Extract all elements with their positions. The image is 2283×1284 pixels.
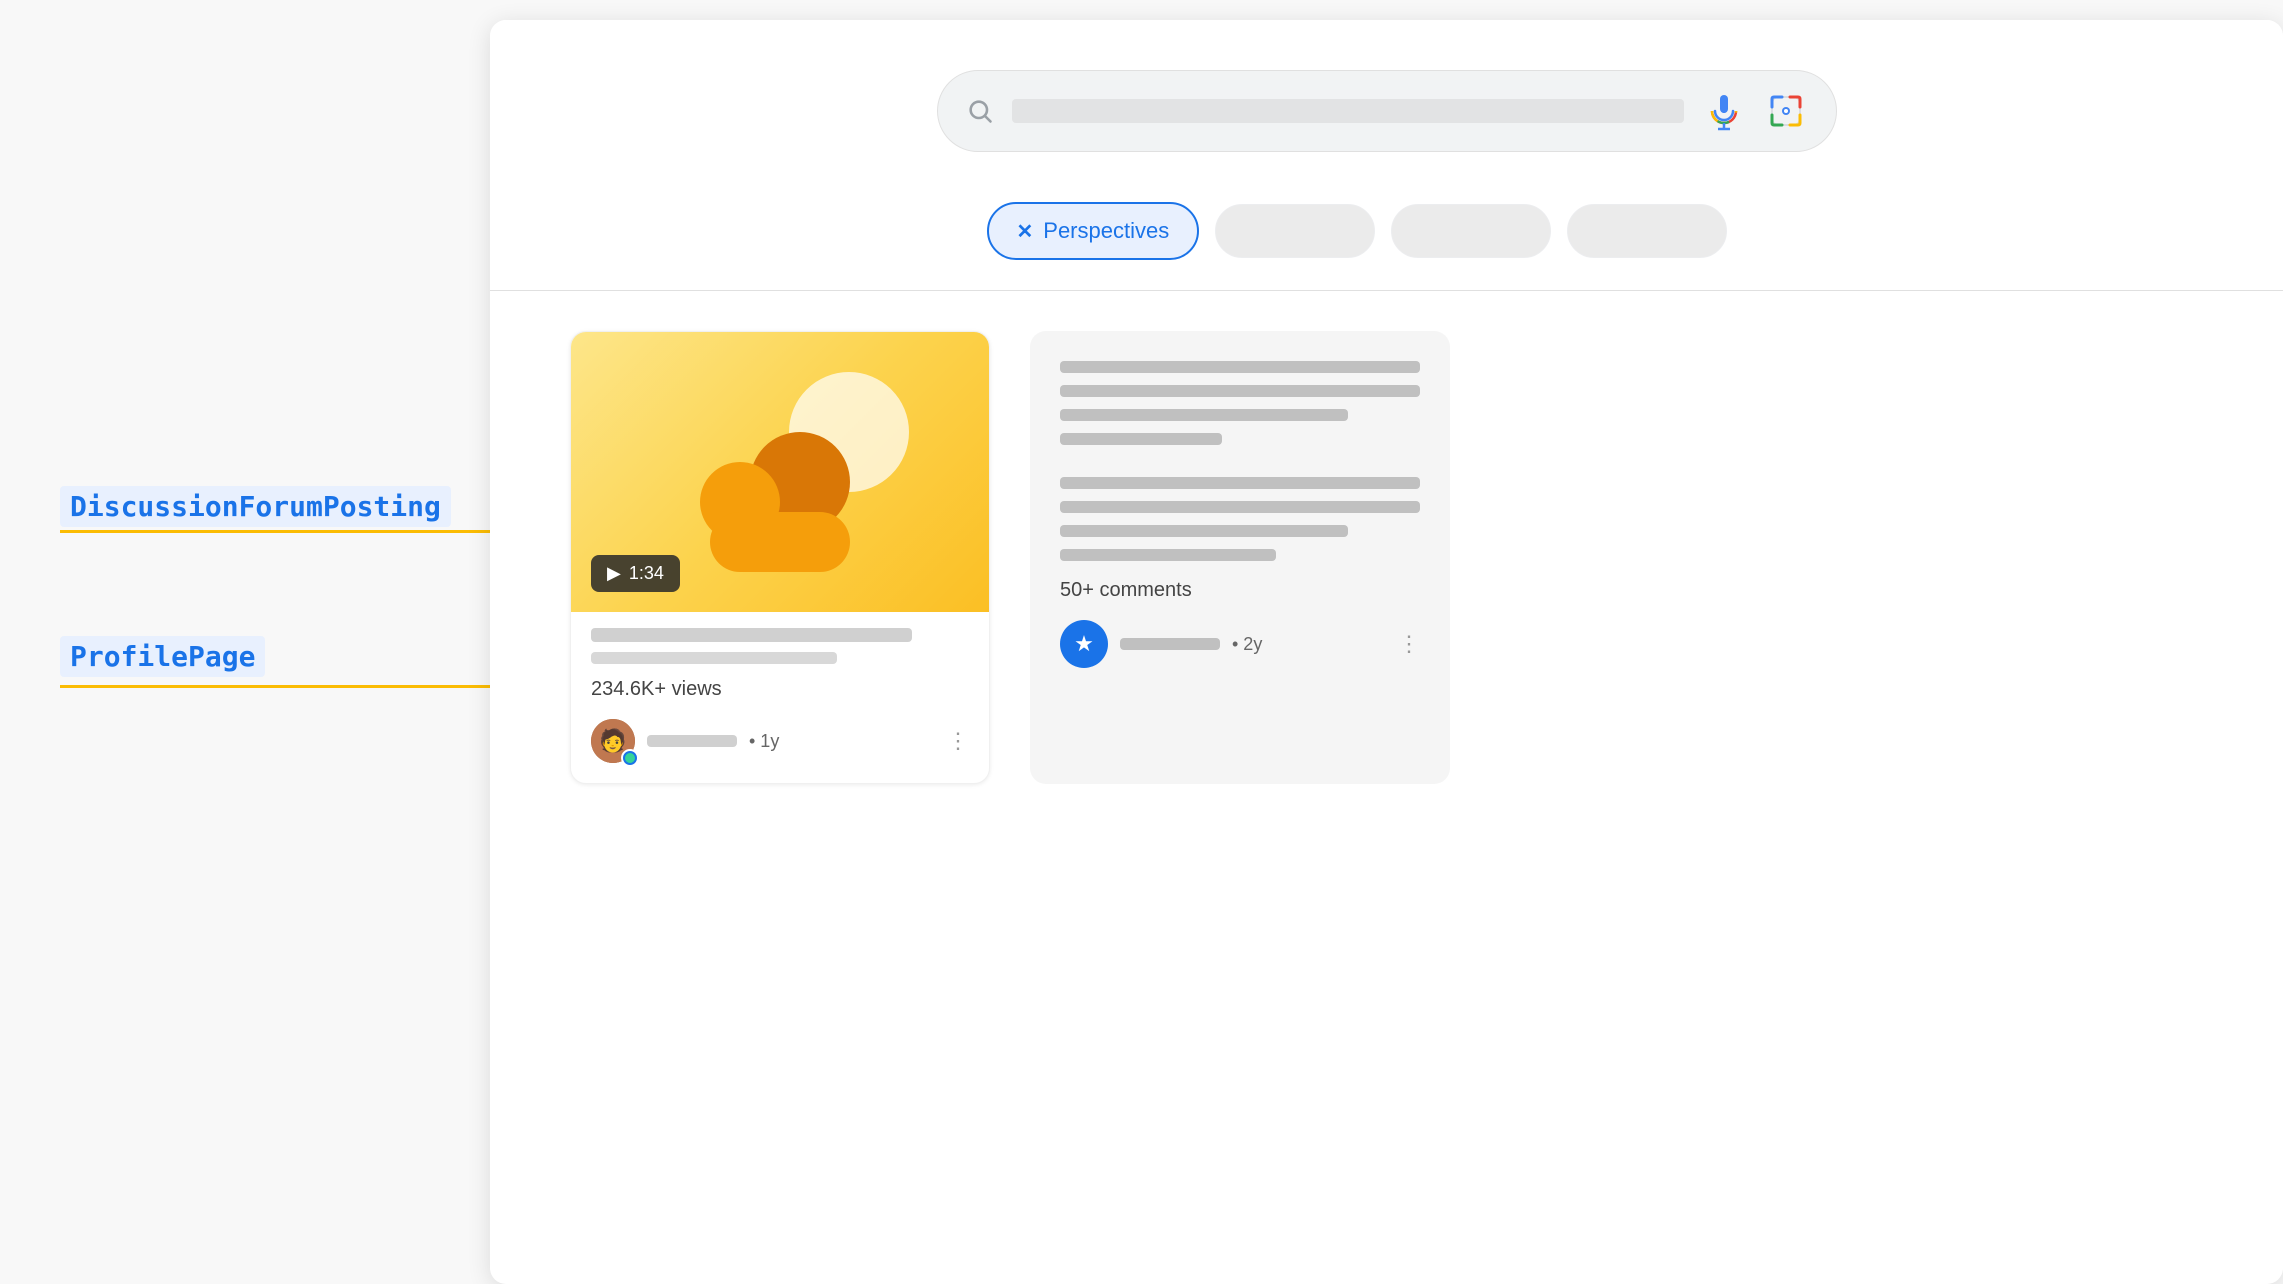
close-tab-icon[interactable]: ✕ xyxy=(1017,219,1034,244)
article-more-options-button[interactable]: ⋮ xyxy=(1398,631,1420,657)
google-lens-icon[interactable] xyxy=(1764,89,1808,133)
perspectives-tab-label: Perspectives xyxy=(1043,218,1169,244)
article-post-time: • 2y xyxy=(1232,634,1262,655)
play-icon: ▶ xyxy=(607,563,621,584)
article-text-line-1 xyxy=(1060,361,1420,373)
filter-tabs: ✕ Perspectives xyxy=(907,182,1867,290)
results-area: ▶ 1:34 234.6K+ views 🧑 • 1y xyxy=(490,291,2283,824)
left-annotation-panel: DiscussionForumPosting ProfilePage xyxy=(0,0,490,1284)
video-title-placeholder xyxy=(591,628,912,642)
badge-inner xyxy=(625,753,635,763)
article-text-line-5 xyxy=(1060,477,1420,489)
microphone-icon[interactable] xyxy=(1702,89,1746,133)
article-author-name-placeholder xyxy=(1120,638,1220,650)
discussion-forum-label: DiscussionForumPosting xyxy=(60,490,451,523)
search-bar[interactable] xyxy=(937,70,1837,152)
article-text-line-3 xyxy=(1060,409,1348,421)
video-views-count: 234.6K+ views xyxy=(591,678,969,701)
video-upload-time: • 1y xyxy=(749,731,779,752)
browser-panel: ✕ Perspectives xyxy=(490,20,2283,1284)
video-author-name-placeholder xyxy=(647,735,737,747)
video-more-options-button[interactable]: ⋮ xyxy=(947,728,969,754)
article-text-line-6 xyxy=(1060,501,1420,513)
tab-filter-2[interactable] xyxy=(1215,204,1375,258)
search-area xyxy=(490,20,2283,182)
star-icon: ★ xyxy=(1074,631,1094,657)
video-info-section: 234.6K+ views 🧑 • 1y ⋮ xyxy=(571,612,989,783)
article-result-card: 50+ comments ★ • 2y ⋮ xyxy=(1030,331,1450,784)
article-comments-count: 50+ comments xyxy=(1060,579,1420,602)
video-subtitle-placeholder xyxy=(591,652,837,664)
video-author-avatar[interactable]: 🧑 xyxy=(591,719,635,763)
video-author-row: 🧑 • 1y ⋮ xyxy=(591,719,969,763)
thumbnail-cloud xyxy=(690,482,870,572)
tab-perspectives[interactable]: ✕ Perspectives xyxy=(987,202,1200,260)
video-thumbnail[interactable]: ▶ 1:34 xyxy=(571,332,989,612)
video-duration: 1:34 xyxy=(629,563,664,584)
tab-filter-3[interactable] xyxy=(1391,204,1551,258)
author-verified-badge xyxy=(621,749,639,767)
tab-filter-4[interactable] xyxy=(1567,204,1727,258)
cloud-shape xyxy=(690,482,870,572)
search-input[interactable] xyxy=(1012,99,1684,123)
article-text-line-4 xyxy=(1060,433,1222,445)
cloud-base xyxy=(710,512,850,572)
article-text-line-7 xyxy=(1060,525,1348,537)
article-text-line-2 xyxy=(1060,385,1420,397)
search-icon xyxy=(966,97,994,125)
article-author-avatar[interactable]: ★ xyxy=(1060,620,1108,668)
profile-page-label: ProfilePage xyxy=(60,640,265,673)
article-text-line-8 xyxy=(1060,549,1276,561)
video-result-card: ▶ 1:34 234.6K+ views 🧑 • 1y xyxy=(570,331,990,784)
article-author-row: ★ • 2y ⋮ xyxy=(1060,620,1420,668)
video-duration-badge[interactable]: ▶ 1:34 xyxy=(591,555,680,592)
